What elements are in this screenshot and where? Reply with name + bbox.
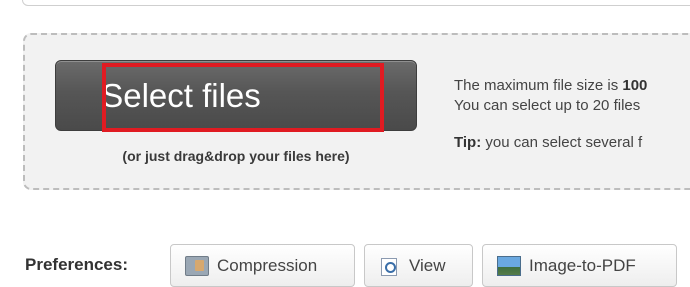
view-button[interactable]: View [364, 244, 473, 287]
file-limits-info: The maximum file size is 100 You can sel… [454, 76, 647, 116]
tip-text: Tip: you can select several f [454, 134, 643, 151]
max-size-line: The maximum file size is 100 [454, 77, 648, 94]
image-icon [497, 255, 521, 276]
max-files-line: You can select up to 20 files [454, 97, 641, 114]
view-icon [379, 257, 401, 276]
select-files-label: Select files [101, 76, 261, 114]
compression-icon [185, 255, 209, 276]
preferences-label: Preferences: [25, 255, 129, 274]
drag-drop-hint: (or just drag&drop your files here) [122, 148, 350, 164]
select-files-button[interactable]: Select files [55, 60, 417, 131]
max-size-value: 100 [622, 77, 648, 94]
image-to-pdf-button[interactable]: Image-to-PDF [482, 244, 677, 287]
tip-label: Tip: [454, 134, 482, 151]
top-panel-edge [22, 0, 690, 6]
compression-button[interactable]: Compression [170, 244, 355, 287]
